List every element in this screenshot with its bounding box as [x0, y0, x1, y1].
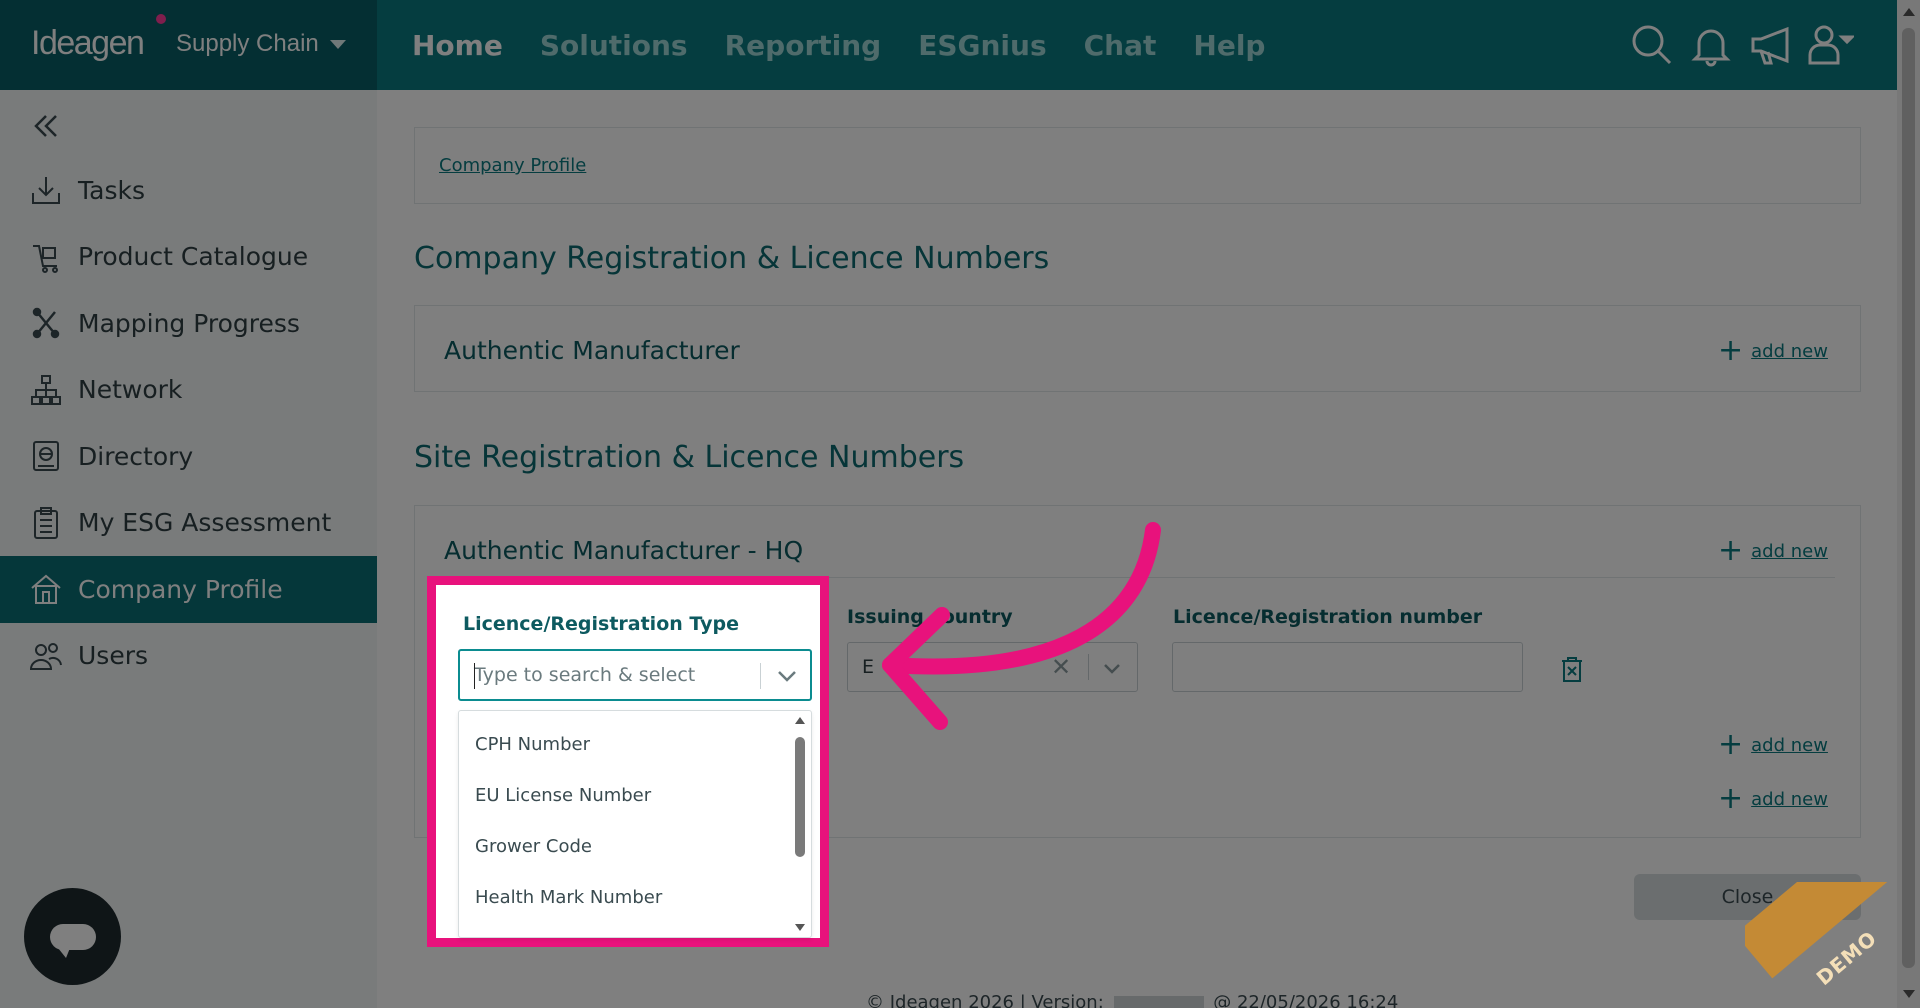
licence-type-options-menu: CPH Number EU License Number Grower Code…	[458, 710, 812, 938]
footer-copyright: © Ideagen 2026 | Version:	[866, 992, 1104, 1008]
footer: © Ideagen 2026 | Version: @ 22/05/2026 1…	[866, 992, 1398, 1008]
chevron-down-icon[interactable]	[774, 663, 800, 689]
chevron-down-icon[interactable]	[1100, 656, 1124, 680]
site-registration-heading: Site Registration & Licence Numbers	[414, 440, 965, 475]
issuing-country-select[interactable]: E ✕	[847, 642, 1138, 692]
licence-type-label: Licence/Registration Type	[463, 613, 739, 635]
building-icon	[28, 571, 64, 607]
sidebar-item-label: Company Profile	[78, 574, 283, 604]
plus-icon: +	[1718, 533, 1744, 568]
add-new-label: add new	[1751, 540, 1828, 562]
nav-esgnius[interactable]: ESGnius	[918, 29, 1046, 62]
site-panel-title: Authentic Manufacturer - HQ	[444, 536, 804, 565]
brand-logo: Ideagen	[31, 24, 145, 62]
sidebar-item-label: Users	[78, 641, 149, 671]
select-separator	[1088, 654, 1089, 680]
close-button[interactable]: Close	[1634, 874, 1861, 920]
sidebar: Tasks Product Catalogue Mapping Progress…	[0, 90, 377, 1008]
brand-switcher[interactable]: Ideagen Supply Chain	[0, 0, 377, 90]
brand-product-name: Supply Chain	[176, 30, 319, 57]
options-list: CPH Number EU License Number Grower Code…	[459, 719, 789, 923]
trolley-icon	[28, 239, 64, 275]
page-scrollbar[interactable]	[1897, 0, 1920, 1008]
chat-bubble-icon	[49, 923, 96, 958]
sidebar-item-label: Mapping Progress	[78, 308, 300, 338]
company-add-new-button[interactable]: + add new	[1718, 336, 1828, 366]
licence-type-search-input[interactable]: Type to search & select	[458, 649, 812, 701]
sidebar-item-directory[interactable]: Directory	[0, 423, 377, 490]
brand-logo-dot	[156, 14, 166, 24]
issuing-country-value: E	[862, 656, 875, 678]
add-new-label: add new	[1751, 734, 1828, 756]
menu-scroll-up-icon[interactable]	[795, 717, 805, 724]
chevron-down-icon	[330, 40, 346, 49]
nav-chat[interactable]: Chat	[1084, 29, 1157, 62]
option-grower-code[interactable]: Grower Code	[459, 821, 789, 872]
footer-timestamp: @ 22/05/2026 16:24	[1213, 992, 1399, 1008]
text-cursor	[474, 663, 475, 689]
clipboard-icon	[28, 505, 64, 541]
company-registration-heading: Company Registration & Licence Numbers	[414, 241, 1050, 276]
site-row-3-add-new-button[interactable]: + add new	[1718, 784, 1828, 814]
nav-solutions[interactable]: Solutions	[540, 29, 688, 62]
org-chart-icon	[28, 372, 64, 408]
chat-launcher-button[interactable]	[24, 888, 121, 985]
plus-icon: +	[1718, 333, 1744, 368]
search-icon[interactable]	[1628, 21, 1676, 69]
site-add-new-button[interactable]: + add new	[1718, 536, 1828, 566]
scroll-up-arrow-icon[interactable]	[1903, 8, 1915, 16]
add-new-label: add new	[1751, 788, 1828, 810]
add-new-label: add new	[1751, 340, 1828, 362]
breadcrumb-bar	[414, 127, 1861, 204]
user-icon[interactable]	[1806, 21, 1856, 69]
site-row-2-add-new-button[interactable]: + add new	[1718, 730, 1828, 760]
bell-icon[interactable]	[1687, 21, 1735, 69]
megaphone-icon[interactable]	[1747, 21, 1795, 69]
globe-book-icon	[28, 438, 64, 474]
highlighted-type-field: Licence/Registration Type Type to search…	[427, 576, 829, 947]
option-cph-number[interactable]: CPH Number	[459, 719, 789, 770]
option-health-mark-number[interactable]: Health Mark Number	[459, 872, 789, 923]
option-eu-license-number[interactable]: EU License Number	[459, 770, 789, 821]
nav-home[interactable]: Home	[412, 29, 503, 62]
menu-scroll-down-icon[interactable]	[795, 924, 805, 931]
sidebar-item-my-esg-assessment[interactable]: My ESG Assessment	[0, 490, 377, 557]
sidebar-item-users[interactable]: Users	[0, 623, 377, 690]
users-icon	[28, 638, 64, 674]
tray-download-icon	[28, 172, 64, 208]
sidebar-item-label: Directory	[78, 441, 194, 471]
nav-help[interactable]: Help	[1193, 29, 1265, 62]
plus-icon: +	[1718, 781, 1744, 816]
sidebar-item-product-catalogue[interactable]: Product Catalogue	[0, 224, 377, 291]
licence-type-placeholder: Type to search & select	[474, 664, 696, 686]
sidebar-item-company-profile[interactable]: Company Profile	[0, 556, 377, 623]
trash-icon[interactable]	[1559, 655, 1585, 683]
scroll-down-arrow-icon[interactable]	[1903, 990, 1915, 998]
sidebar-item-label: Product Catalogue	[78, 242, 309, 272]
network-x-icon	[28, 305, 64, 341]
select-separator	[760, 663, 761, 689]
sidebar-item-label: Tasks	[78, 175, 145, 205]
sidebar-item-label: My ESG Assessment	[78, 508, 332, 538]
sidebar-item-label: Network	[78, 375, 183, 405]
footer-version-redacted	[1113, 996, 1204, 1008]
breadcrumb-company-profile[interactable]: Company Profile	[439, 155, 586, 176]
sidebar-item-mapping-progress[interactable]: Mapping Progress	[0, 290, 377, 357]
sidebar-item-network[interactable]: Network	[0, 357, 377, 424]
company-panel-title: Authentic Manufacturer	[444, 336, 740, 365]
top-bar: Ideagen Supply Chain Home Solutions Repo…	[0, 0, 1920, 90]
main-nav: Home Solutions Reporting ESGnius Chat He…	[412, 0, 1265, 90]
menu-scroll-thumb[interactable]	[795, 737, 805, 857]
scroll-thumb[interactable]	[1902, 28, 1915, 968]
licence-number-input[interactable]	[1172, 642, 1523, 692]
nav-reporting[interactable]: Reporting	[725, 29, 882, 62]
sidebar-item-tasks[interactable]: Tasks	[0, 157, 377, 224]
sidebar-menu: Tasks Product Catalogue Mapping Progress…	[0, 157, 377, 689]
collapse-sidebar-icon[interactable]	[30, 110, 62, 142]
issuing-country-label: Issuing country	[847, 606, 1013, 628]
plus-icon: +	[1718, 727, 1744, 762]
clear-icon[interactable]: ✕	[1051, 653, 1071, 681]
licence-number-label: Licence/Registration number	[1173, 606, 1483, 628]
